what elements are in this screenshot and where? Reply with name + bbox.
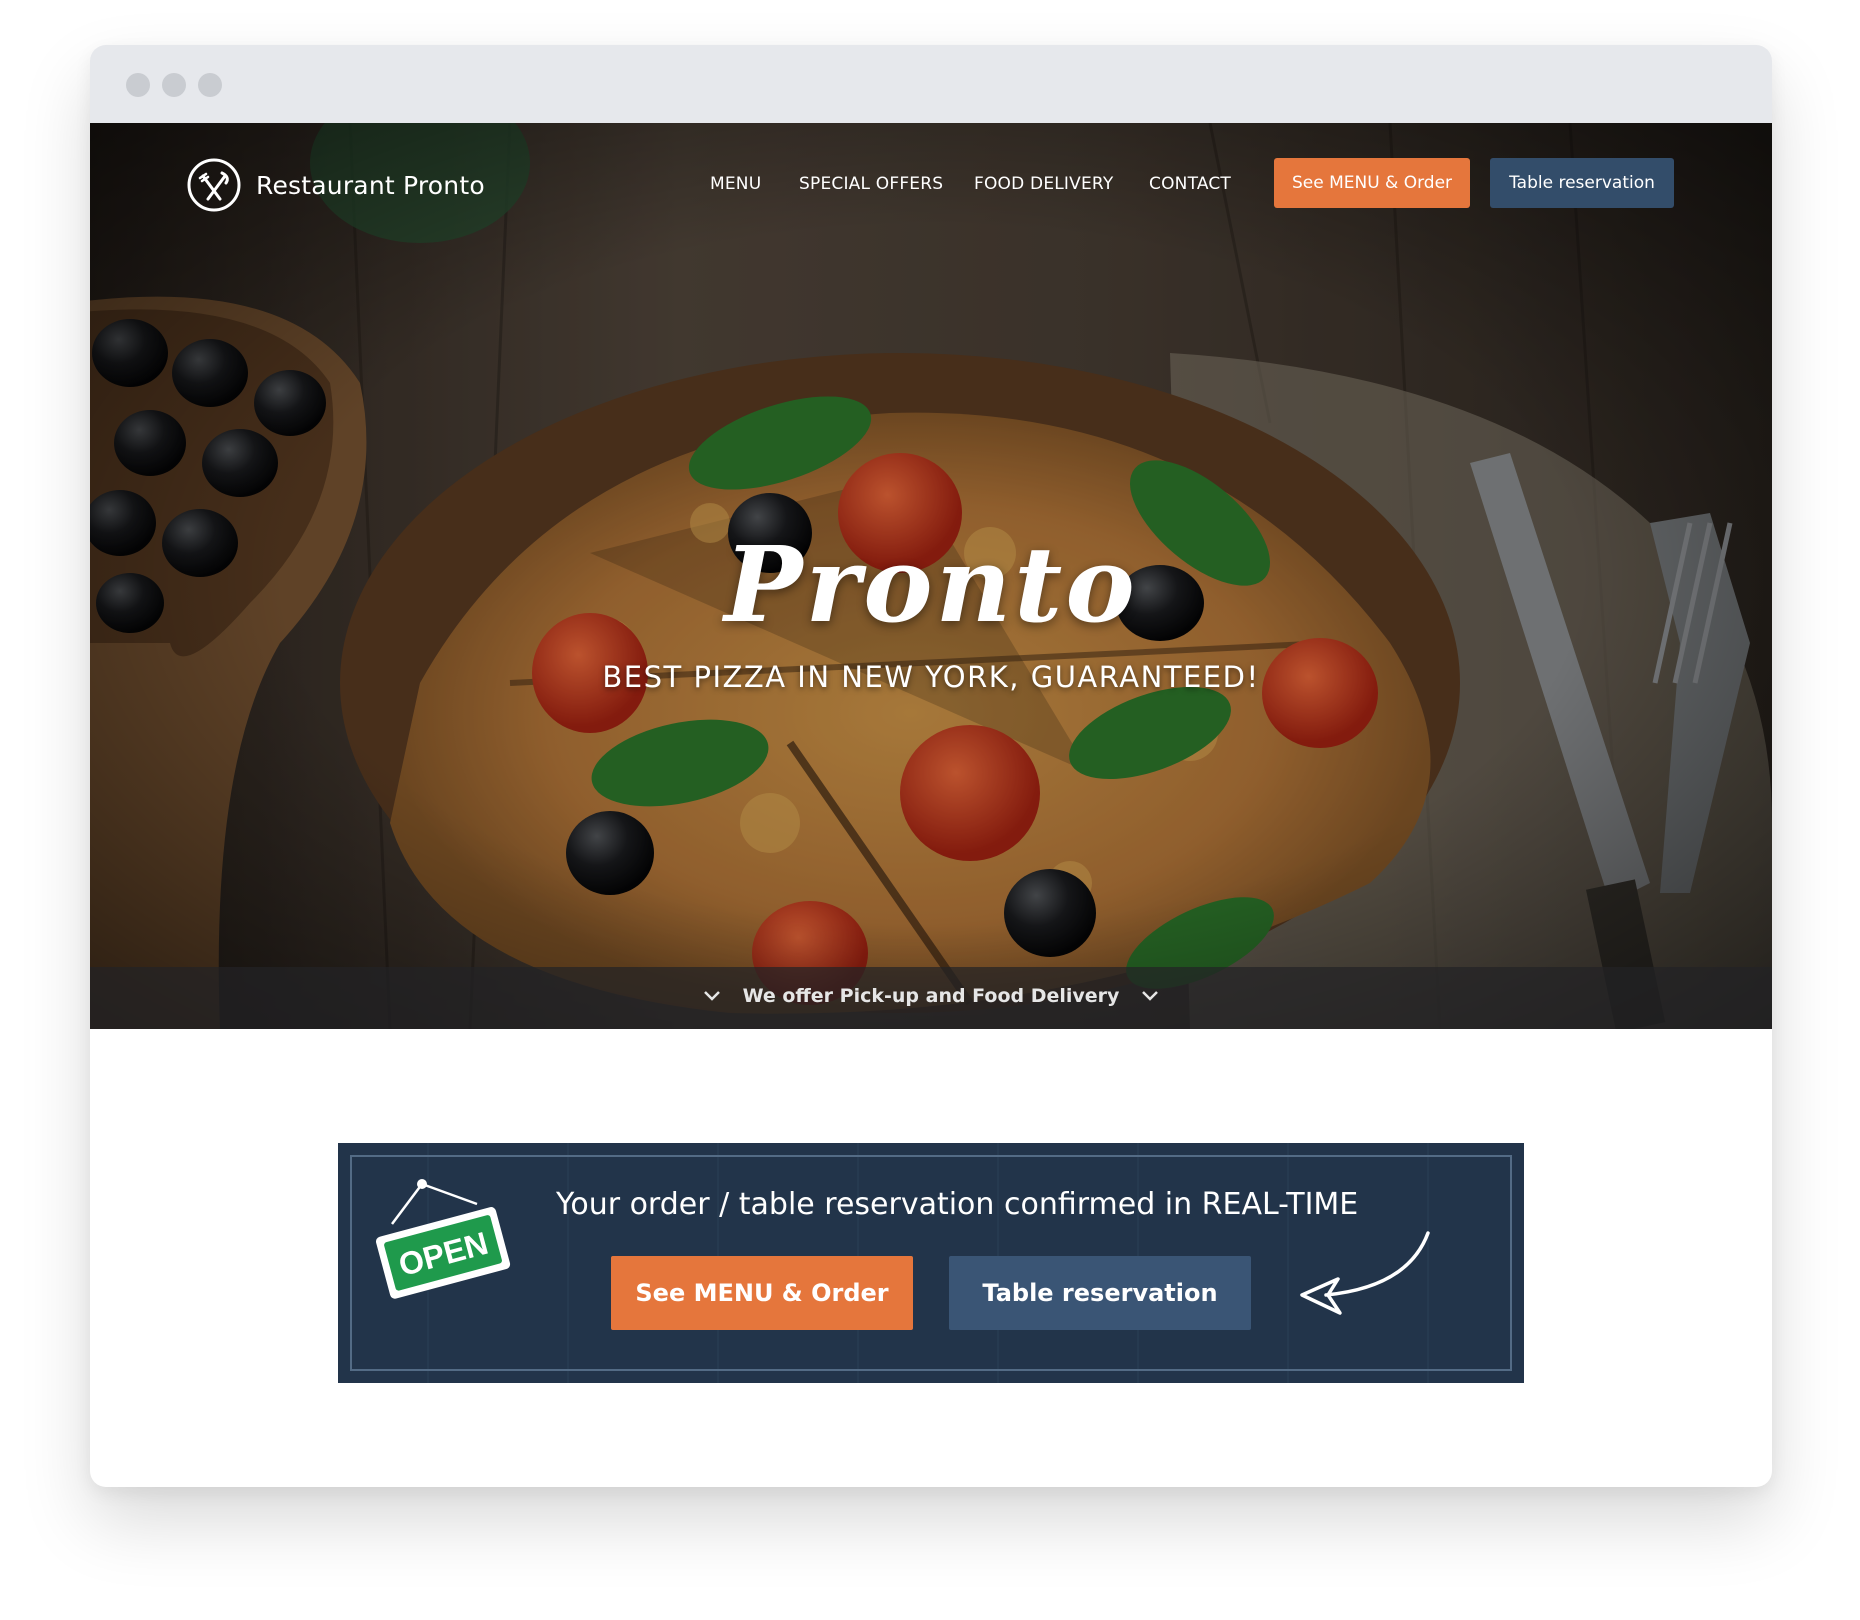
nav-item-contact[interactable]: CONTACT (1149, 174, 1231, 194)
hero-subtitle: BEST PIZZA IN NEW YORK, GUARANTEED! (602, 660, 1260, 694)
fork-knife-icon (187, 158, 241, 212)
curved-arrow-icon (1300, 1231, 1430, 1315)
banner-table-reservation-button[interactable]: Table reservation (949, 1256, 1251, 1330)
browser-title-bar (90, 45, 1772, 123)
nav-item-special-offers[interactable]: SPECIAL OFFERS (799, 174, 943, 194)
window-minimize-dot[interactable] (162, 73, 186, 97)
page: Restaurant Pronto MENU SPECIAL OFFERS FO… (0, 0, 1860, 1620)
chevron-down-icon (1142, 991, 1159, 1001)
see-menu-order-button[interactable]: See MENU & Order (1274, 158, 1470, 208)
open-sign-icon: OPEN (375, 1179, 511, 1299)
banner-see-menu-order-button[interactable]: See MENU & Order (611, 1256, 913, 1330)
nav-item-menu[interactable]: MENU (710, 174, 761, 194)
hero-title: Pronto (724, 523, 1138, 646)
nav-item-food-delivery[interactable]: FOOD DELIVERY (974, 174, 1113, 194)
reservation-banner: OPEN Your order / table reservation conf… (338, 1143, 1524, 1383)
brand-name: Restaurant Pronto (256, 170, 485, 200)
delivery-strip-text: We offer Pick-up and Food Delivery (742, 985, 1120, 1007)
delivery-strip[interactable]: We offer Pick-up and Food Delivery (90, 967, 1772, 1029)
hero-section: Restaurant Pronto MENU SPECIAL OFFERS FO… (90, 123, 1772, 1029)
browser-window: Restaurant Pronto MENU SPECIAL OFFERS FO… (90, 45, 1772, 1487)
window-close-dot[interactable] (126, 73, 150, 97)
window-maximize-dot[interactable] (198, 73, 222, 97)
chevron-down-icon (703, 991, 720, 1001)
table-reservation-button[interactable]: Table reservation (1490, 158, 1674, 208)
logo[interactable]: Restaurant Pronto (186, 157, 485, 213)
banner-title: Your order / table reservation confirmed… (556, 1187, 1359, 1222)
